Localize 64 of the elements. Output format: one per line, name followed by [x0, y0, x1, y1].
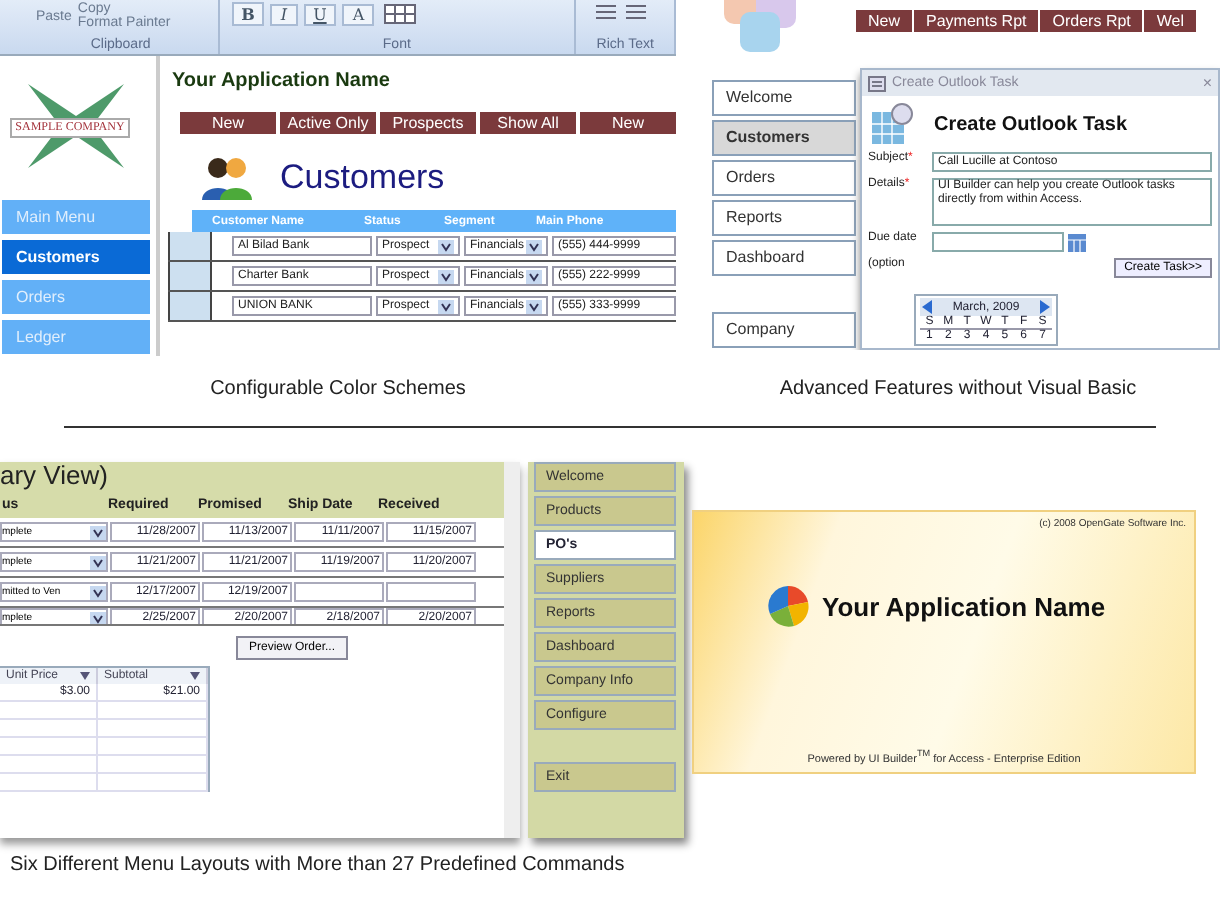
table-cell [98, 756, 208, 774]
table-cell [98, 702, 208, 720]
caret-icon [90, 525, 106, 539]
dialog-heading: Create Outlook Task [934, 113, 1128, 135]
caret-icon [438, 239, 454, 253]
toolbar-button[interactable]: Payments Rpt [914, 10, 1039, 32]
caret-icon [190, 672, 200, 680]
caret-icon [90, 611, 106, 624]
menu-item[interactable]: Reports [712, 200, 856, 236]
caption: Six Different Menu Layouts with More than 27 Predefined Commands [10, 854, 627, 876]
caret-icon [526, 299, 542, 313]
toolbar-button[interactable]: Prospects [380, 112, 476, 134]
table-cell [0, 774, 98, 792]
date-field[interactable] [386, 582, 476, 602]
menu-item[interactable]: Orders [712, 160, 856, 196]
caret-icon [526, 239, 542, 253]
calendar-icon[interactable] [1068, 233, 1086, 251]
calendar-clock-icon [870, 102, 914, 146]
menu-item[interactable]: Customers [712, 120, 856, 156]
toolbar-button[interactable]: Orders Rpt [1040, 10, 1143, 32]
toolbar-button[interactable]: Wel [1144, 10, 1197, 32]
app-title: Your Application Name [170, 68, 392, 96]
format-button[interactable]: I [270, 3, 298, 25]
caret-icon [438, 269, 454, 283]
caret-icon [526, 269, 542, 283]
toolbar-button[interactable]: New [180, 112, 276, 134]
caption: Configurable Color Schemes [208, 376, 468, 400]
caret-icon [90, 585, 106, 599]
table-cell [98, 774, 208, 792]
due-date-field[interactable] [932, 232, 1064, 252]
app-title: Your Application Name [822, 591, 1106, 621]
table-cell [0, 720, 98, 738]
menu-item[interactable]: Dashboard [712, 240, 856, 276]
next-icon[interactable] [1039, 300, 1050, 314]
caret-icon [80, 672, 90, 680]
table-cell [0, 756, 98, 774]
form-title: ary View) [0, 462, 110, 490]
people-icon [200, 154, 252, 202]
toolbar-button[interactable]: Active Only [280, 112, 376, 134]
toolbar-button[interactable]: Show All [480, 112, 576, 134]
table-cell [98, 738, 208, 756]
menu-item[interactable]: Welcome [712, 80, 856, 116]
row-selector[interactable] [168, 292, 212, 320]
menu-item[interactable]: Company [712, 312, 856, 348]
caret-icon [438, 299, 454, 313]
toolbar-button[interactable]: New [856, 10, 913, 32]
row-selector[interactable] [168, 262, 212, 290]
row-selector[interactable] [168, 232, 212, 260]
date-field[interactable] [294, 582, 384, 602]
pie-logo-icon [766, 584, 810, 628]
format-button[interactable]: U [303, 3, 337, 25]
table-cell [0, 702, 98, 720]
form-icon [868, 75, 886, 91]
page-heading: Customers [280, 158, 445, 198]
format-button[interactable]: B [231, 2, 265, 26]
table-cell [0, 738, 98, 756]
caret-icon [90, 555, 106, 569]
previous-icon[interactable] [922, 300, 932, 314]
table-grid-icon [384, 4, 417, 24]
format-button[interactable]: A [342, 3, 375, 25]
menu-item[interactable]: Customers [0, 238, 152, 276]
caption: Advanced Features without Visual Basic [777, 376, 1139, 400]
table-cell [98, 720, 208, 738]
toolbar-button[interactable]: New [580, 112, 676, 134]
